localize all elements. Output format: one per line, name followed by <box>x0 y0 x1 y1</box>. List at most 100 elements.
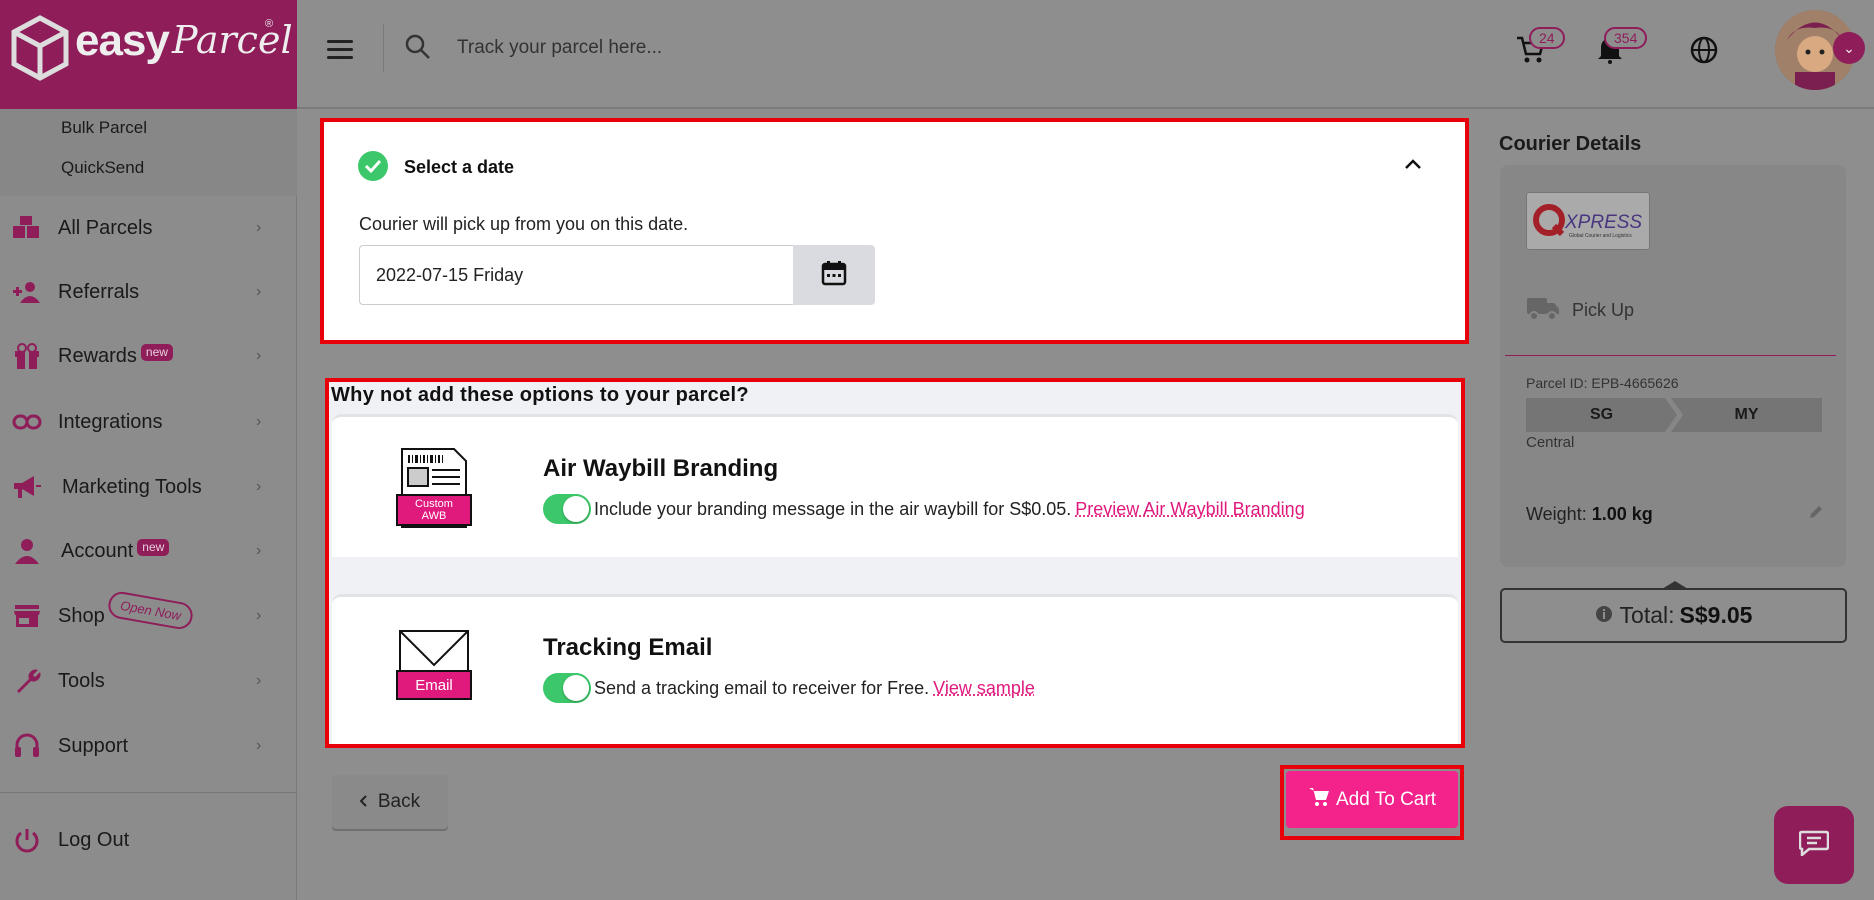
weight-label: Weight: <box>1526 504 1587 524</box>
chat-bubble-icon <box>1798 830 1830 861</box>
headset-icon <box>12 731 42 761</box>
courier-details-card: XPRESS Global Courier and Logistics Pick… <box>1500 165 1846 567</box>
box-logo-icon <box>11 15 69 81</box>
calendar-button[interactable] <box>793 245 875 305</box>
courier-logo: XPRESS Global Courier and Logistics <box>1526 192 1650 250</box>
total-label: Total: <box>1619 602 1675 628</box>
total-value: S$9.05 <box>1679 602 1753 628</box>
sidebar-item-support[interactable]: Support › <box>0 716 297 776</box>
sidebar-item-label: Rewards new <box>58 344 173 368</box>
gift-icon <box>12 341 42 371</box>
sidebar-item-label: Referrals <box>58 280 140 303</box>
add-to-cart-button[interactable]: Add To Cart <box>1286 771 1458 828</box>
back-label: Back <box>377 791 421 812</box>
open-now-badge: Open Now <box>106 589 196 632</box>
parcel-id: Parcel ID: EPB-4665626 <box>1526 375 1679 391</box>
chevron-right-icon: › <box>256 478 262 495</box>
sidebar-item-account[interactable]: Account new › <box>0 521 297 581</box>
weight-value: 1.00 kg <box>1591 504 1653 524</box>
chat-button[interactable] <box>1774 806 1854 884</box>
route-origin: SG <box>1526 398 1677 432</box>
chevron-down-icon[interactable]: ⌄ <box>1833 32 1865 64</box>
search-icon <box>405 34 431 65</box>
sidebar-item-tools[interactable]: Tools › <box>0 651 297 711</box>
chevron-right-icon: › <box>256 607 262 624</box>
chevron-right-icon: › <box>256 219 262 236</box>
track-parcel-search-input[interactable] <box>457 30 1157 66</box>
sidebar-item-label: Shop <box>58 604 105 627</box>
brand-logo[interactable]: easy Parcel ® <box>0 0 297 109</box>
add-to-cart-label: Add To Cart <box>1336 788 1436 810</box>
logo-script: Parcel <box>172 18 293 62</box>
chevron-right-icon: › <box>256 672 262 689</box>
person-icon <box>12 536 42 566</box>
options-highlight <box>325 378 1465 748</box>
sidebar-divider <box>0 792 297 793</box>
logo-wordmark: easy <box>75 16 170 65</box>
chevron-up-icon[interactable] <box>1404 157 1422 175</box>
route-indicator: SG MY <box>1526 398 1822 432</box>
courier-logo-tagline: Global Courier and Logistics <box>1569 233 1632 239</box>
wrench-icon <box>12 666 42 696</box>
logout-label: Log Out <box>58 828 130 851</box>
new-badge: new <box>140 344 173 361</box>
sidebar-item-shop[interactable]: Shop Open Now › <box>0 586 297 646</box>
service-type: Pick Up <box>1572 300 1635 320</box>
chevron-right-icon: › <box>256 283 262 300</box>
pickup-date-input[interactable] <box>359 245 793 305</box>
power-icon <box>12 825 42 855</box>
sidebar-item-all-parcels[interactable]: All Parcels › <box>0 198 297 258</box>
service-type-row: Pick Up <box>1526 295 1634 326</box>
hamburger-menu-icon[interactable] <box>327 40 353 60</box>
date-selection-card: Select a date Courier will pick up from … <box>324 122 1465 340</box>
sidebar-item-marketing-tools[interactable]: Marketing Tools › <box>0 457 297 517</box>
sidebar-item-label: All Parcels <box>58 216 153 239</box>
submenu-bulk-parcel[interactable]: Bulk Parcel <box>61 118 147 138</box>
sidebar-item-rewards[interactable]: Rewards new › <box>0 326 297 386</box>
rewards-label: Rewards <box>58 345 137 367</box>
sidebar-item-label: Integrations <box>58 410 163 433</box>
sidebar: easy Parcel ® Bulk Parcel QuickSend All … <box>0 0 297 900</box>
courier-logo-text: XPRESS <box>1564 212 1642 233</box>
chevron-right-icon: › <box>256 347 262 364</box>
sidebar-item-label: Marketing Tools <box>62 475 202 498</box>
courier-details-title: Courier Details <box>1499 133 1642 155</box>
logo-registered: ® <box>265 18 274 30</box>
edit-pencil-icon[interactable] <box>1808 504 1824 525</box>
account-label: Account <box>61 540 134 562</box>
calendar-icon <box>821 260 847 291</box>
check-icon <box>358 151 388 181</box>
top-header: 24 354 ⌄ <box>297 0 1874 109</box>
sidebar-item-integrations[interactable]: Integrations › <box>0 392 297 452</box>
header-divider <box>383 24 384 72</box>
sidebar-item-referrals[interactable]: Referrals › <box>0 262 297 322</box>
megaphone-icon <box>12 472 42 502</box>
chevron-right-icon: › <box>256 737 262 754</box>
weight-row: Weight: 1.00 kg <box>1526 504 1653 525</box>
new-badge: new <box>137 539 170 556</box>
add-user-icon <box>12 277 42 307</box>
truck-icon <box>1526 295 1560 326</box>
sidebar-item-label: Tools <box>58 669 105 692</box>
region: Central <box>1526 434 1575 451</box>
cart-icon <box>1308 786 1330 814</box>
notification-count-badge: 354 <box>1604 27 1648 49</box>
sidebar-item-label: Support <box>58 734 129 757</box>
back-button[interactable]: Back <box>332 775 448 829</box>
courier-divider <box>1505 355 1836 356</box>
link-icon <box>12 407 42 437</box>
info-icon <box>1595 602 1613 629</box>
parcel-submenu: Bulk Parcel QuickSend <box>0 109 297 196</box>
date-description: Courier will pick up from you on this da… <box>359 214 689 234</box>
total-box: Total: S$9.05 <box>1500 588 1847 643</box>
chevron-left-icon <box>359 791 368 813</box>
sidebar-item-logout[interactable]: Log Out <box>0 810 297 870</box>
chevron-right-icon: › <box>256 542 262 559</box>
date-section-title: Select a date <box>404 157 515 177</box>
chevron-right-icon: › <box>256 413 262 430</box>
boxes-icon <box>12 213 42 243</box>
sidebar-item-label: Account new <box>61 539 170 563</box>
route-destination: MY <box>1671 398 1822 432</box>
submenu-quicksend[interactable]: QuickSend <box>61 158 144 178</box>
globe-icon[interactable] <box>1690 36 1718 69</box>
